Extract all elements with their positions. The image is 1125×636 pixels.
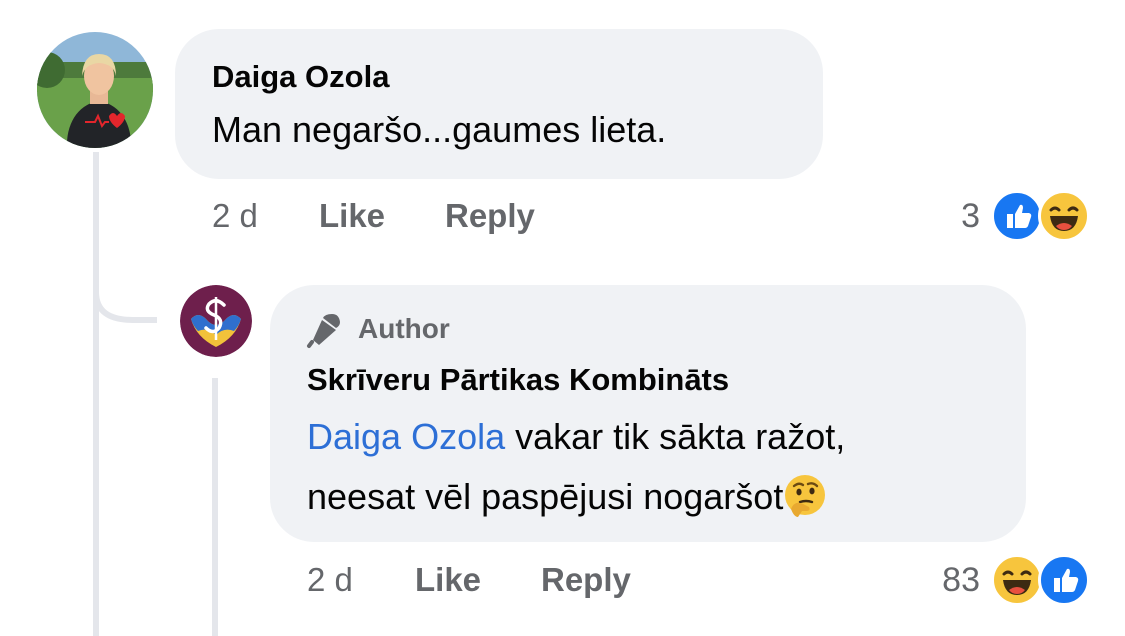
reply-text-line2: neesat vēl paspējusi nogaršot🤔 <box>307 468 827 526</box>
microphone-icon <box>307 314 340 348</box>
comment-timestamp[interactable]: 2 d <box>212 197 258 235</box>
page-avatar[interactable] <box>180 285 252 357</box>
reply-reply-button[interactable]: Reply <box>541 561 631 599</box>
reply-bubble: Author Skrīveru Pārtikas Kombināts Daiga… <box>270 285 1026 542</box>
like-reaction-icon[interactable] <box>991 190 1043 242</box>
reply-text-part: neesat vēl paspējusi nogaršot <box>307 476 784 517</box>
reply-timestamp[interactable]: 2 d <box>307 561 353 599</box>
like-reaction-icon[interactable] <box>1038 554 1090 606</box>
comment-text: Man negaršo...gaumes lieta. <box>212 109 667 150</box>
thread-connector <box>93 270 157 323</box>
haha-reaction-icon[interactable] <box>1038 190 1090 242</box>
mention-link[interactable]: Daiga Ozola <box>307 416 505 457</box>
author-badge-label: Author <box>358 313 450 344</box>
reply-reaction-count[interactable]: 83 <box>900 561 980 600</box>
thread-line-main <box>93 152 99 636</box>
comment-author[interactable]: Daiga Ozola <box>212 59 389 95</box>
reply-author[interactable]: Skrīveru Pārtikas Kombināts <box>307 362 729 398</box>
avatar[interactable] <box>37 32 153 148</box>
reply-text-part: vakar tik sākta ražot, <box>505 416 846 457</box>
reply-button[interactable]: Reply <box>445 197 535 235</box>
reaction-count[interactable]: 3 <box>920 197 980 236</box>
reply-like-button[interactable]: Like <box>415 561 481 599</box>
comment-bubble: Daiga Ozola Man negaršo...gaumes lieta. <box>175 29 823 179</box>
reply-text-line1: Daiga Ozola vakar tik sākta ražot, <box>307 408 845 466</box>
thread-line-reply <box>212 378 218 636</box>
like-button[interactable]: Like <box>319 197 385 235</box>
haha-reaction-icon[interactable] <box>991 554 1043 606</box>
thinking-face-icon <box>785 475 826 517</box>
